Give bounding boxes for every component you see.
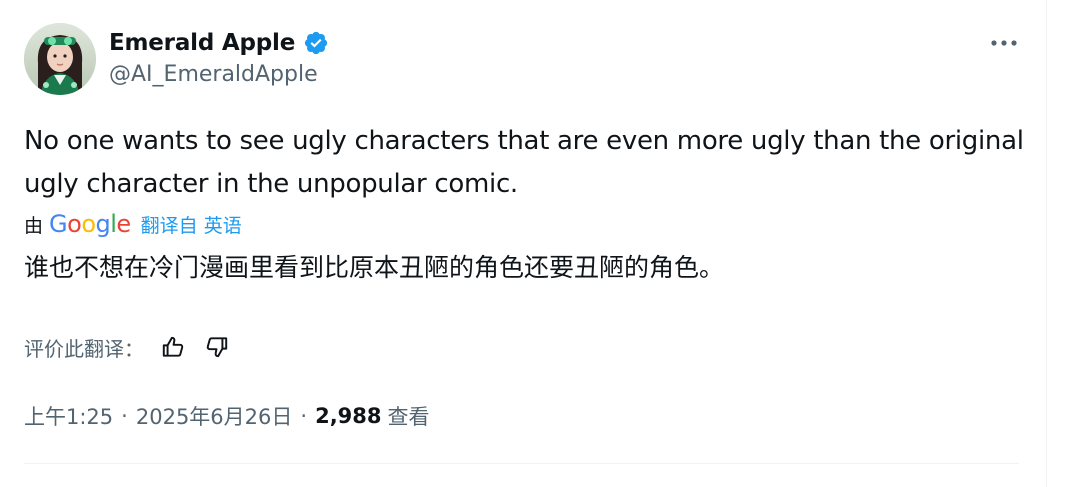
avatar-image (24, 23, 96, 95)
avatar[interactable] (24, 23, 96, 95)
more-options-button[interactable] (984, 30, 1024, 56)
views-count[interactable]: 2,988 (315, 404, 381, 428)
column-border (1046, 0, 1047, 487)
tweet-time[interactable]: 上午1:25 (24, 401, 113, 431)
translated-text: 谁也不想在冷门漫画里看到比原本丑陋的角色还要丑陋的角色。 (24, 253, 725, 282)
thumbs-down-icon (206, 337, 228, 358)
translated-by-label: 由 (24, 214, 44, 237)
author-display-name[interactable]: Emerald Apple (109, 30, 295, 56)
rate-translation-label: 评价此翻译： (24, 336, 144, 361)
verified-badge-icon (303, 30, 329, 56)
tweet-text: No one wants to see ugly characters that… (24, 126, 1024, 199)
translated-from-link[interactable]: 翻译自 英语 (141, 211, 242, 238)
translation-attribution: 由 Google 翻译自 英语 (24, 207, 242, 241)
meta-separator: · (300, 404, 308, 428)
views-label[interactable]: 查看 (388, 401, 430, 431)
google-logo: Google (49, 210, 131, 238)
rate-translation-row: 评价此翻译： (24, 330, 232, 364)
tweet-meta: 上午1:25 · 2025年6月26日 · 2,988 查看 (24, 398, 430, 434)
more-horizontal-icon (991, 40, 1017, 46)
author-handle[interactable]: @AI_EmeraldApple (109, 62, 318, 87)
thumbs-down-button[interactable] (202, 332, 232, 362)
thumbs-up-icon (162, 336, 184, 357)
author-name-row[interactable]: Emerald Apple (109, 26, 329, 60)
divider (24, 463, 1019, 464)
meta-separator: · (121, 404, 128, 428)
tweet-card: Emerald Apple @AI_EmeraldApple No one wa… (0, 0, 1046, 487)
thumbs-up-button[interactable] (158, 332, 188, 362)
tweet-date[interactable]: 2025年6月26日 (136, 401, 293, 431)
